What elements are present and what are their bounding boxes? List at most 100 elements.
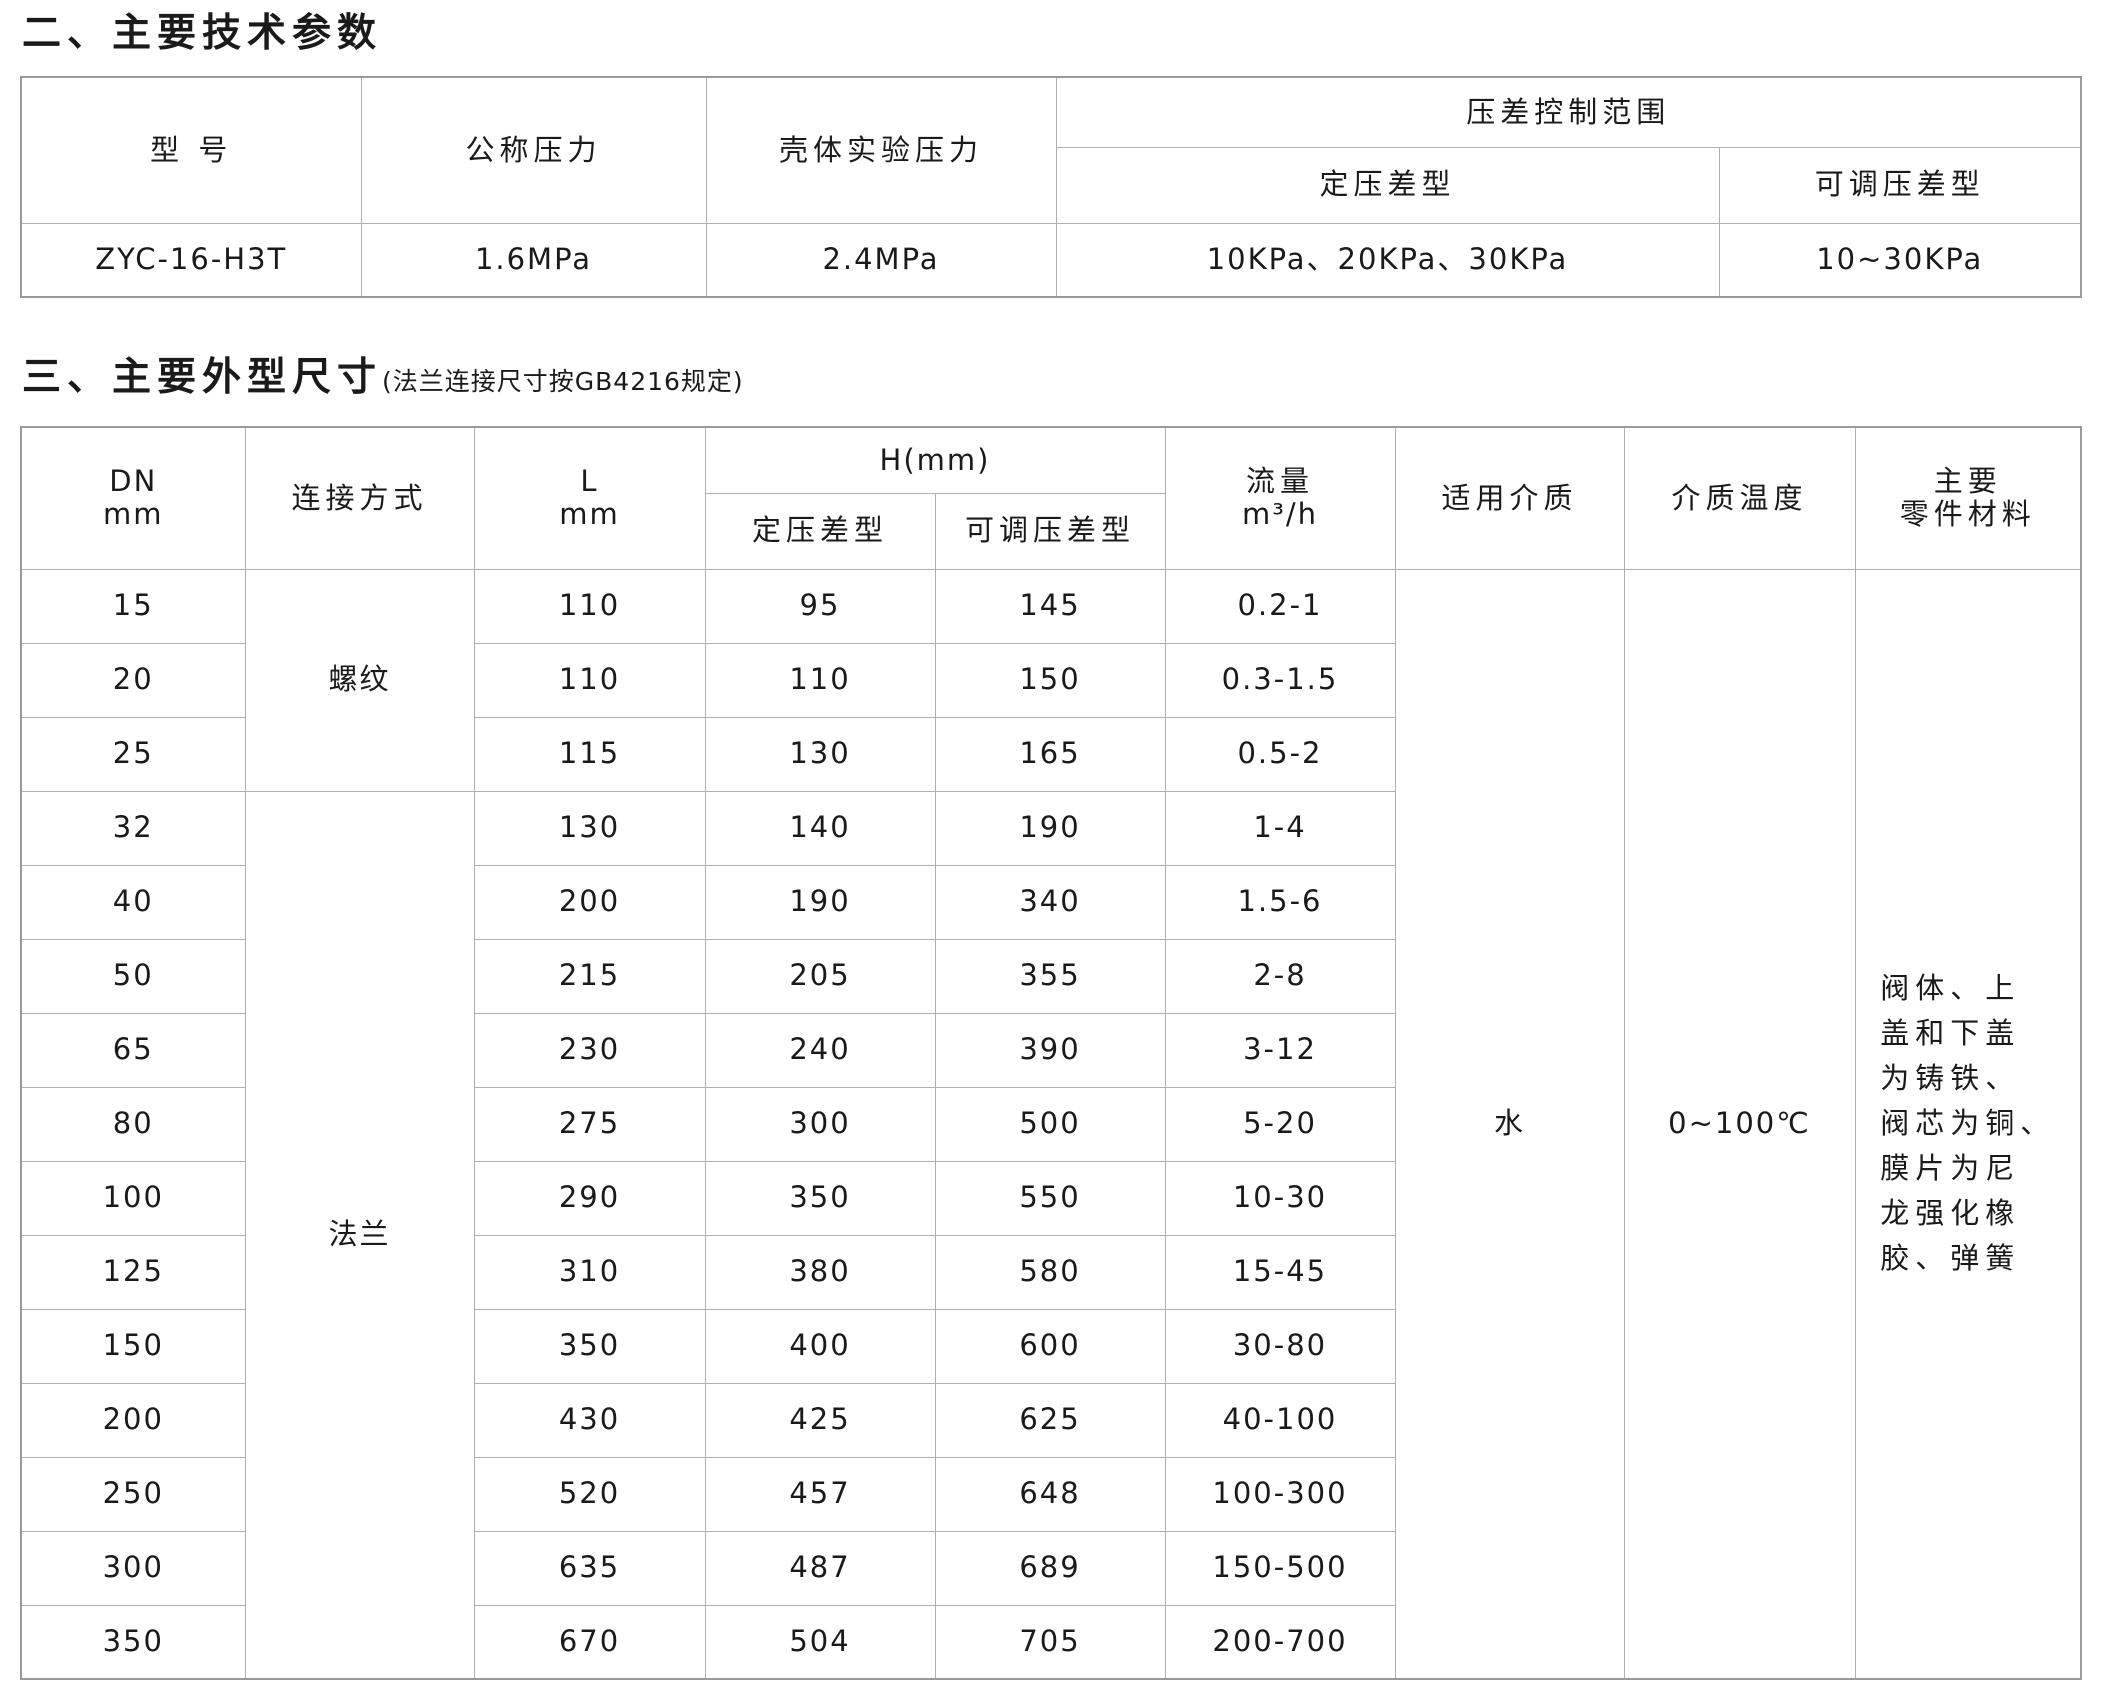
header-h-adjustable: 可调压差型 [934,492,1166,570]
cell-l: 110 [473,568,706,644]
cell-h-fixed: 350 [704,1160,936,1236]
cell-l: 635 [473,1530,706,1606]
header-flow-unit: m³/h [1241,497,1319,532]
cell-adjustable-type: 10~30KPa [1718,222,2082,298]
header-l-unit: mm [559,497,620,532]
tech-params-table: 型 号 公称压力 壳体实验压力 压差控制范围 定压差型 可调压差型 ZYC-16… [20,76,2083,298]
cell-dn: 100 [20,1160,246,1236]
cell-dn: 300 [20,1530,246,1606]
material-line: 膜片为尼 [1880,1151,2021,1186]
cell-flow: 1-4 [1164,790,1396,866]
cell-h-adjustable: 500 [934,1086,1166,1162]
material-text: 阀体、上 盖和下盖 为铸铁、 阀芯为铜、 膜片为尼 龙强化橡 胶、弹簧 [1880,966,2055,1281]
cell-h-fixed: 504 [704,1604,936,1680]
cell-dn: 80 [20,1086,246,1162]
header-fixed-type: 定压差型 [1055,146,1720,224]
cell-h-fixed: 400 [704,1308,936,1384]
cell-dn: 150 [20,1308,246,1384]
material-line: 盖和下盖 [1880,1016,2021,1051]
cell-flow: 100-300 [1164,1456,1396,1532]
cell-temperature: 0~100℃ [1623,568,1856,1680]
cell-medium: 水 [1394,568,1625,1680]
cell-dn: 15 [20,568,246,644]
cell-h-adjustable: 340 [934,864,1166,940]
cell-flow: 150-500 [1164,1530,1396,1606]
cell-h-fixed: 190 [704,864,936,940]
cell-h-adjustable: 190 [934,790,1166,866]
header-dn-unit: mm [103,497,164,532]
header-medium: 适用介质 [1394,426,1625,570]
cell-l: 115 [473,716,706,792]
header-adjustable-type: 可调压差型 [1718,146,2082,224]
cell-model: ZYC-16-H3T [20,222,362,298]
cell-l: 670 [473,1604,706,1680]
cell-l: 430 [473,1382,706,1458]
cell-h-fixed: 240 [704,1012,936,1088]
table-row: 15 螺纹 110 95 145 0.2-1 水 0~100℃ 阀体、上 盖和下盖 为铸铁、 阀芯为铜… [20,568,2082,1680]
cell-h-adjustable: 390 [934,1012,1166,1088]
cell-connection-thread: 螺纹 [244,568,475,792]
cell-l: 215 [473,938,706,1014]
cell-flow: 0.2-1 [1164,568,1396,644]
cell-dn: 50 [20,938,246,1014]
cell-dn: 25 [20,716,246,792]
cell-dn: 250 [20,1456,246,1532]
section2-title: 二、主要技术参数 [22,14,382,53]
cell-dn: 32 [20,790,246,866]
cell-flow: 5-20 [1164,1086,1396,1162]
cell-h-adjustable: 145 [934,568,1166,644]
cell-flow: 10-30 [1164,1160,1396,1236]
table-row: ZYC-16-H3T 1.6MPa 2.4MPa 10KPa、20KPa、30K… [20,222,2082,298]
cell-l: 230 [473,1012,706,1088]
cell-l: 350 [473,1308,706,1384]
cell-shell-test-pressure: 2.4MPa [705,222,1057,298]
section3-title: 三、主要外型尺寸(法兰连接尺寸按GB4216规定) [22,358,744,397]
cell-dn: 350 [20,1604,246,1680]
material-line: 胶、弹簧 [1880,1241,2021,1276]
dimensions-body: 15 螺纹 110 95 145 0.2-1 水 0~100℃ 阀体、上 盖和下盖 为铸铁、 阀芯为铜… [20,568,2082,1680]
cell-flow: 0.3-1.5 [1164,642,1396,718]
cell-l: 520 [473,1456,706,1532]
header-h: H(mm) [704,426,1166,494]
section3-note: (法兰连接尺寸按GB4216规定) [382,367,744,396]
material-line: 阀体、上 [1880,971,2021,1006]
header-flow: 流量 m³/h [1164,426,1396,570]
cell-dn: 40 [20,864,246,940]
section3-title-text: 三、主要外型尺寸 [22,355,383,400]
cell-l: 200 [473,864,706,940]
cell-dn: 65 [20,1012,246,1088]
cell-flow: 1.5-6 [1164,864,1396,940]
header-diff-range: 压差控制范围 [1055,76,2082,148]
cell-l: 275 [473,1086,706,1162]
cell-dn: 200 [20,1382,246,1458]
header-material-line1: 主要 [1933,463,2002,498]
cell-l: 110 [473,642,706,718]
header-dn-label: DN [109,463,158,498]
header-dn: DN mm [20,426,246,570]
cell-flow: 15-45 [1164,1234,1396,1310]
cell-h-fixed: 205 [704,938,936,1014]
header-connection: 连接方式 [244,426,475,570]
cell-flow: 3-12 [1164,1012,1396,1088]
cell-flow: 40-100 [1164,1382,1396,1458]
cell-l: 310 [473,1234,706,1310]
material-line: 为铸铁、 [1880,1061,2021,1096]
dimensions-table: DN mm 连接方式 L mm H(mm) 流量 m³/h 适用介质 介质温度 … [20,426,2082,1680]
cell-h-adjustable: 705 [934,1604,1166,1680]
header-l-label: L [580,463,599,498]
cell-h-adjustable: 150 [934,642,1166,718]
header-shell-test-pressure: 壳体实验压力 [705,76,1057,224]
cell-h-fixed: 130 [704,716,936,792]
cell-flow: 200-700 [1164,1604,1396,1680]
cell-h-adjustable: 550 [934,1160,1166,1236]
cell-dn: 125 [20,1234,246,1310]
header-l: L mm [473,426,706,570]
header-nominal-pressure: 公称压力 [360,76,707,224]
cell-dn: 20 [20,642,246,718]
cell-h-adjustable: 165 [934,716,1166,792]
cell-h-adjustable: 648 [934,1456,1166,1532]
header-material-line2: 零件材料 [1899,497,2036,532]
cell-nominal-pressure: 1.6MPa [360,222,707,298]
cell-h-fixed: 380 [704,1234,936,1310]
section2-title-text: 二、主要技术参数 [22,11,383,56]
